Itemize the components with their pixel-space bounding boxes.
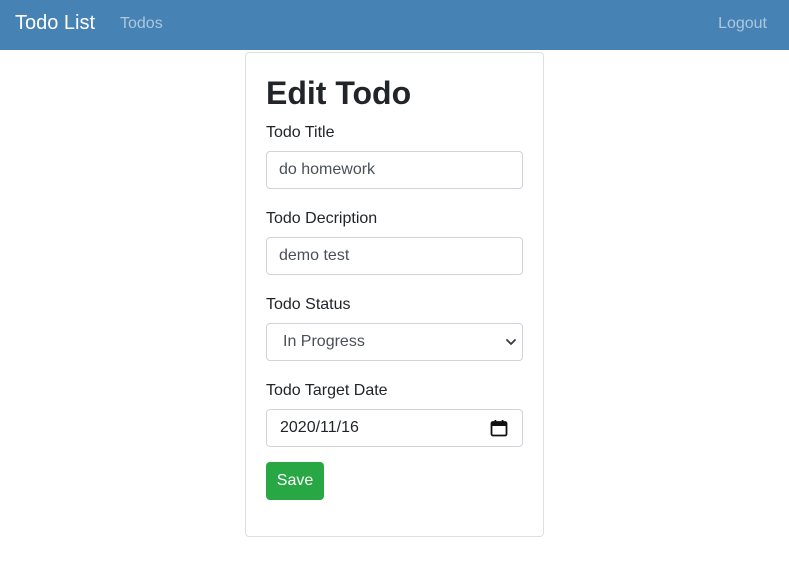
todo-target-date-input[interactable]: 2020/11/16 (266, 409, 523, 447)
todo-description-input[interactable]: demo test (266, 237, 523, 275)
nav-link-logout[interactable]: Logout (718, 14, 767, 34)
edit-todo-card: Edit Todo Todo Title do homework Todo De… (245, 52, 544, 537)
chevron-down-icon (506, 339, 516, 345)
todo-title-input[interactable]: do homework (266, 151, 523, 189)
brand-link[interactable]: Todo List (15, 11, 95, 35)
todo-target-date-label: Todo Target Date (266, 382, 388, 399)
page-title: Edit Todo (266, 75, 412, 111)
todo-status-select[interactable]: In Progress (266, 323, 523, 361)
save-button[interactable]: Save (266, 462, 324, 500)
todo-description-value: demo test (279, 247, 350, 264)
nav-link-todos[interactable]: Todos (120, 14, 163, 34)
todo-target-date-value: 2020/11/16 (280, 419, 359, 436)
todo-description-label: Todo Decription (266, 210, 378, 227)
todo-title-value: do homework (279, 161, 376, 178)
todo-title-label: Todo Title (266, 124, 335, 141)
todo-status-label: Todo Status (266, 296, 351, 313)
calendar-icon[interactable] (490, 419, 508, 437)
navbar: Todo List Todos Logout (0, 0, 789, 50)
todo-status-value: In Progress (283, 333, 365, 350)
